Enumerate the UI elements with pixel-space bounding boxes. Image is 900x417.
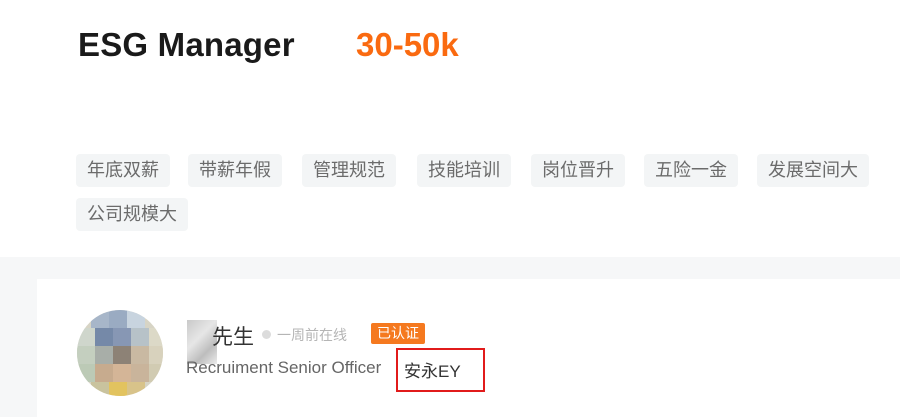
recruiter-avatar[interactable] (77, 310, 163, 396)
recruiter-name: 先生 (212, 326, 254, 349)
verified-badge: 已认证 (371, 323, 425, 344)
recruiter-position: Recruiment Senior Officer (186, 358, 382, 377)
job-tag: 岗位晋升 (531, 154, 625, 187)
job-tag: 五险一金 (644, 154, 738, 187)
job-tag: 公司规模大 (76, 198, 188, 231)
job-title: ESG Manager (78, 26, 295, 63)
job-salary: 30-50k (356, 26, 459, 63)
job-tag: 技能培训 (417, 154, 511, 187)
recruiter-company[interactable]: 安永EY (404, 357, 461, 382)
job-tag: 管理规范 (302, 154, 396, 187)
job-tag: 带薪年假 (188, 154, 282, 187)
job-tag: 发展空间大 (757, 154, 869, 187)
job-header: ESG Manager 30-50k 年底双薪 带薪年假 管理规范 技能培训 岗… (0, 0, 900, 257)
job-tag: 年底双薪 (76, 154, 170, 187)
recruiter-online-status: 一周前在线 (277, 327, 347, 343)
online-status-dot-icon (262, 330, 271, 339)
